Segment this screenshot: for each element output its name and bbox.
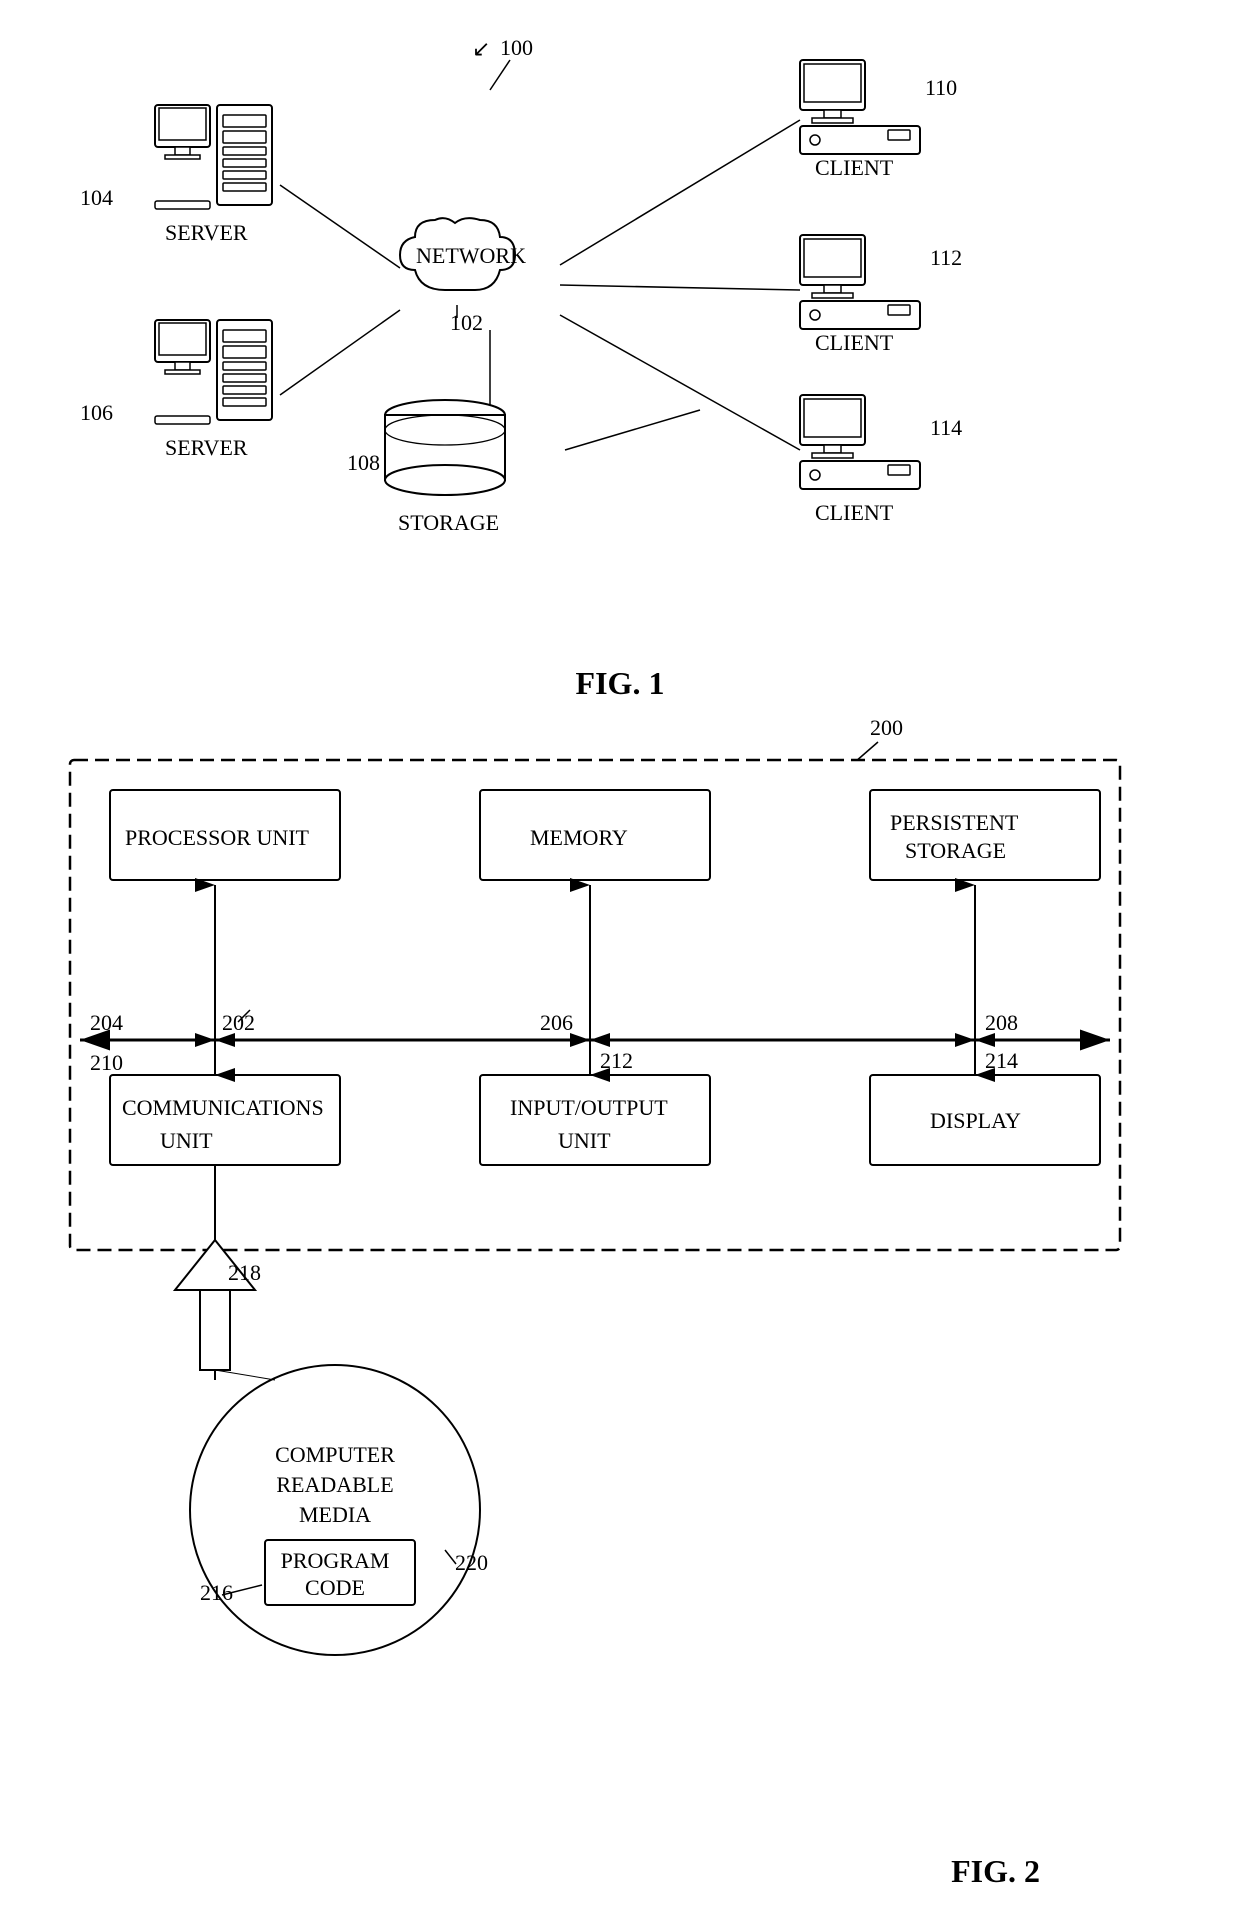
svg-text:CLIENT: CLIENT (815, 500, 894, 525)
svg-text:218: 218 (228, 1260, 261, 1285)
svg-text:READABLE: READABLE (276, 1472, 393, 1497)
fig2-label: FIG. 2 (951, 1853, 1040, 1889)
svg-text:CODE: CODE (305, 1575, 365, 1600)
svg-text:212: 212 (600, 1048, 633, 1073)
svg-text:100: 100 (500, 35, 533, 60)
svg-text:UNIT: UNIT (160, 1128, 213, 1153)
svg-text:PROCESSOR UNIT: PROCESSOR UNIT (125, 825, 310, 850)
svg-text:110: 110 (925, 75, 957, 100)
svg-text:108: 108 (347, 450, 380, 475)
svg-text:104: 104 (80, 185, 113, 210)
svg-text:220: 220 (455, 1550, 488, 1575)
svg-text:MEMORY: MEMORY (530, 825, 628, 850)
svg-text:UNIT: UNIT (558, 1128, 611, 1153)
svg-text:208: 208 (985, 1010, 1018, 1035)
svg-text:COMPUTER: COMPUTER (275, 1442, 395, 1467)
svg-text:MEDIA: MEDIA (299, 1502, 371, 1527)
svg-text:216: 216 (200, 1580, 233, 1605)
svg-text:200: 200 (870, 715, 903, 740)
svg-text:CLIENT: CLIENT (815, 330, 894, 355)
svg-text:214: 214 (985, 1048, 1018, 1073)
svg-text:DISPLAY: DISPLAY (930, 1108, 1021, 1133)
svg-text:206: 206 (540, 1010, 573, 1035)
svg-text:INPUT/OUTPUT: INPUT/OUTPUT (510, 1095, 668, 1120)
svg-text:PERSISTENT: PERSISTENT (890, 810, 1019, 835)
svg-text:SERVER: SERVER (165, 435, 248, 460)
fig1-label: FIG. 1 (576, 665, 665, 701)
svg-text:↙: ↙ (472, 36, 490, 61)
svg-text:CLIENT: CLIENT (815, 155, 894, 180)
svg-text:COMMUNICATIONS: COMMUNICATIONS (122, 1095, 324, 1120)
svg-text:204: 204 (90, 1010, 123, 1035)
svg-text:STORAGE: STORAGE (905, 838, 1006, 863)
svg-text:114: 114 (930, 415, 962, 440)
svg-text:102: 102 (450, 310, 483, 335)
svg-text:STORAGE: STORAGE (398, 510, 499, 535)
fig2-diagram: 200 PROCESSOR UNIT 20 (0, 700, 1240, 1900)
svg-text:PROGRAM: PROGRAM (281, 1548, 390, 1573)
svg-text:SERVER: SERVER (165, 220, 248, 245)
fig1-diagram: 100 ↙ NETWORK 102 (0, 20, 1240, 700)
svg-text:106: 106 (80, 400, 113, 425)
svg-text:NETWORK: NETWORK (416, 243, 526, 268)
svg-text:112: 112 (930, 245, 962, 270)
svg-text:210: 210 (90, 1050, 123, 1075)
